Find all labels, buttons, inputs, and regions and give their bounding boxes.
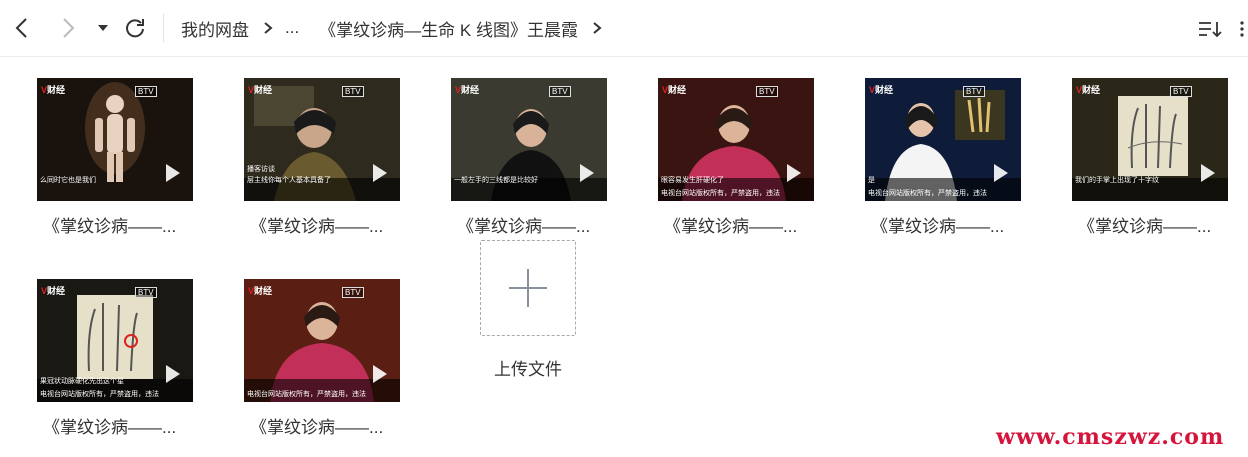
plus-icon [509,269,547,307]
copyright-line [244,189,400,199]
history-dropdown[interactable] [86,8,120,48]
channel-logo: V财经 [41,284,65,297]
chevron-left-icon [15,18,27,38]
channel-logo: V财经 [248,284,272,297]
channel-text: 财经 [254,286,273,296]
video-thumbnail[interactable]: V财经 BTV 果冠状动脉硬化先出这个星 电视台网站版权所有，严禁盗用，违法 [37,279,193,402]
channel-badge: BTV [342,86,364,97]
chevron-right-icon [263,21,273,35]
chevron-right-icon [592,21,602,35]
breadcrumb: 我的网盘 ... 《掌纹诊病—生命 K 线图》王晨霞 [181,16,614,40]
channel-text: 财经 [47,286,66,296]
file-tile[interactable]: V财经 BTV 眼容易发生肝硬化了 电视台网站版权所有，严禁盗用，违法 《掌纹诊病——.… [650,58,820,238]
play-icon [373,365,387,383]
program-tag: 播客访谈 [247,166,275,173]
refresh-icon [126,19,144,38]
channel-badge: BTV [135,287,157,298]
channel-badge: BTV [342,287,364,298]
play-icon [787,164,801,182]
channel-logo: V财经 [869,83,893,96]
breadcrumb-root[interactable]: 我的网盘 [181,16,249,41]
more-button[interactable] [1236,16,1248,42]
video-thumbnail[interactable]: V财经 BTV 我们的手掌上出现了十字纹 [1072,78,1228,201]
caret-down-icon [98,25,108,31]
copyright-line [1072,189,1228,199]
channel-text: 财经 [461,85,480,95]
channel-text: 财经 [668,85,687,95]
copyright-line: 电视台网站版权所有，严禁盗用，违法 [247,391,366,398]
video-thumbnail[interactable]: V财经 BTV 层主线你每个人基本具备了 播客访谈 [244,78,400,201]
file-tile[interactable]: V财经 BTV 我们的手掌上出现了十字纹 《掌纹诊病——... [1064,58,1234,238]
channel-text: 财经 [875,85,894,95]
file-tile[interactable]: V财经 BTV 层主线你每个人基本具备了 播客访谈 《掌纹诊病——... [236,58,406,238]
breadcrumb-current[interactable]: 《掌纹诊病—生命 K 线图》王晨霞 [319,16,578,41]
video-thumbnail[interactable]: V财经 BTV 一般左手的三线都是比较好 [451,78,607,201]
file-name[interactable]: 《掌纹诊病——... [250,212,400,237]
play-icon [580,164,594,182]
play-icon [1201,164,1215,182]
more-vertical-icon [1240,21,1244,37]
channel-text: 财经 [254,85,273,95]
file-name[interactable]: 《掌纹诊病——... [250,413,400,438]
channel-badge: BTV [1170,86,1192,97]
toolbar-divider [163,14,164,42]
channel-badge: BTV [135,86,157,97]
play-icon [994,164,1008,182]
breadcrumb-ellipsis[interactable]: ... [285,18,299,38]
channel-text: 财经 [1082,85,1101,95]
play-icon [166,365,180,383]
file-name[interactable]: 《掌纹诊病——... [871,212,1021,237]
sort-button[interactable] [1196,16,1224,42]
chevron-right-icon [63,18,75,38]
channel-badge: BTV [756,86,778,97]
forward-button[interactable] [50,8,86,48]
copyright-line: 电视台网站版权所有，严禁盗用，违法 [40,391,159,398]
channel-badge: BTV [963,86,985,97]
file-name[interactable]: 《掌纹诊病——... [43,212,193,237]
channel-logo: V财经 [248,83,272,96]
site-watermark: www.cmszwz.com [996,424,1225,450]
upload-button[interactable] [480,240,576,336]
channel-logo: V财经 [662,83,686,96]
file-grid: V财经 BTV 么同时它也是我们 《掌纹诊病——... V财经 BTV 层主线你每个人基本具… [0,58,1248,457]
file-tile[interactable]: V财经 BTV 一般左手的三线都是比较好 《掌纹诊病——... [443,58,613,238]
file-tile[interactable]: V财经 BTV 是电视台网站版权所有，严禁盗用，违法 《掌纹诊病——... [857,58,1027,238]
file-name[interactable]: 《掌纹诊病——... [1078,212,1228,237]
file-tile[interactable]: V财经 BTV 果冠状动脉硬化先出这个星 电视台网站版权所有，严禁盗用，违法 《掌纹诊病… [29,259,199,439]
file-name[interactable]: 《掌纹诊病——... [43,413,193,438]
toolbar: 我的网盘 ... 《掌纹诊病—生命 K 线图》王晨霞 [0,0,1248,57]
copyright-line: 电视台网站版权所有，严禁盗用，违法 [868,190,987,197]
back-button[interactable] [4,8,40,48]
file-name[interactable]: 《掌纹诊病——... [664,212,814,237]
channel-logo: V财经 [455,83,479,96]
video-thumbnail[interactable]: V财经 BTV 么同时它也是我们 [37,78,193,201]
file-tile[interactable]: V财经 BTV 电视台网站版权所有，严禁盗用，违法《掌纹诊病——... [236,259,406,439]
copyright-line [451,189,607,199]
upload-label: 上传文件 [494,360,562,379]
refresh-button[interactable] [117,8,153,48]
play-icon [373,164,387,182]
channel-text: 财经 [47,85,66,95]
copyright-line [37,189,193,199]
channel-logo: V财经 [1076,83,1100,96]
video-thumbnail[interactable]: V财经 BTV 电视台网站版权所有，严禁盗用，违法 [244,279,400,402]
file-tile[interactable]: V财经 BTV 么同时它也是我们 《掌纹诊病——... [29,58,199,238]
play-icon [166,164,180,182]
copyright-line: 电视台网站版权所有，严禁盗用，违法 [661,190,780,197]
file-name[interactable]: 《掌纹诊病——... [457,212,607,237]
video-thumbnail[interactable]: V财经 BTV 眼容易发生肝硬化了 电视台网站版权所有，严禁盗用，违法 [658,78,814,201]
channel-badge: BTV [549,86,571,97]
channel-logo: V财经 [41,83,65,96]
video-thumbnail[interactable]: V财经 BTV 是电视台网站版权所有，严禁盗用，违法 [865,78,1021,201]
sort-icon [1199,22,1222,38]
